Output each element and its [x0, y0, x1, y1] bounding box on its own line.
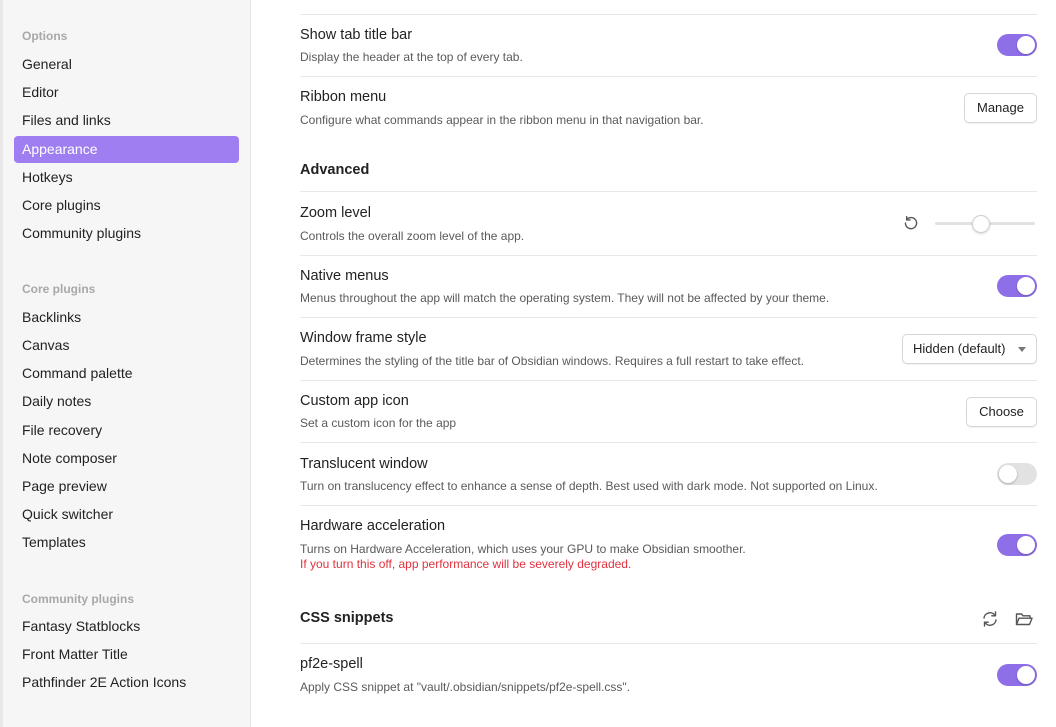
setting-description: Configure what commands appear in the ri… — [300, 113, 704, 127]
setting-name: Hardware acceleration — [300, 518, 446, 534]
divider — [300, 380, 1037, 381]
sidebar-item-command-palette[interactable]: Command palette — [14, 360, 239, 387]
divider — [300, 643, 1037, 644]
reset-icon[interactable] — [902, 214, 920, 232]
zoom-slider-thumb[interactable] — [972, 215, 990, 233]
setting-name: Zoom level — [300, 205, 371, 221]
sidebar-item-community-plugins[interactable]: Community plugins — [14, 220, 239, 247]
settings-sidebar: Options General Editor Files and links A… — [0, 0, 251, 727]
native-menus-toggle[interactable] — [997, 275, 1037, 297]
window-frame-style-dropdown[interactable]: Hidden (default) — [902, 334, 1037, 364]
setting-description: Turn on translucency effect to enhance a… — [300, 479, 878, 493]
manage-button[interactable]: Manage — [964, 93, 1037, 123]
choose-button[interactable]: Choose — [966, 397, 1037, 427]
divider — [300, 191, 1037, 192]
sidebar-item-file-recovery[interactable]: File recovery — [14, 417, 239, 444]
setting-description: Apply CSS snippet at "vault/.obsidian/sn… — [300, 680, 631, 694]
setting-description: Display the header at the top of every t… — [300, 50, 523, 64]
sidebar-item-quick-switcher[interactable]: Quick switcher — [14, 501, 239, 528]
setting-name: Native menus — [300, 268, 389, 284]
folder-icon[interactable] — [1014, 609, 1034, 629]
setting-name: Translucent window — [300, 456, 428, 472]
settings-content: Show tab title bar Display the header at… — [252, 0, 1056, 727]
setting-description: Menus throughout the app will match the … — [300, 291, 830, 305]
show-tab-title-bar-toggle[interactable] — [997, 34, 1037, 56]
hardware-acceleration-toggle[interactable] — [997, 534, 1037, 556]
sidebar-item-front-matter-title[interactable]: Front Matter Title — [14, 641, 239, 668]
setting-description: Set a custom icon for the app — [300, 416, 457, 430]
chevron-down-icon — [1018, 347, 1026, 352]
translucent-window-toggle[interactable] — [997, 463, 1037, 485]
setting-name: Show tab title bar — [300, 27, 413, 43]
sidebar-item-general[interactable]: General — [14, 51, 239, 78]
warning-text: If you turn this off, app performance wi… — [300, 557, 632, 571]
setting-name: Ribbon menu — [300, 89, 387, 105]
setting-description: Controls the overall zoom level of the a… — [300, 229, 525, 243]
community-plugins-heading: Community plugins — [22, 592, 134, 606]
sidebar-item-editor[interactable]: Editor — [14, 79, 239, 106]
divider — [300, 317, 1037, 318]
sidebar-item-appearance[interactable]: Appearance — [14, 136, 239, 163]
divider — [300, 255, 1037, 256]
css-snippets-heading: CSS snippets — [300, 610, 394, 626]
options-heading: Options — [22, 29, 68, 43]
core-plugins-heading: Core plugins — [22, 282, 96, 296]
sidebar-item-hotkeys[interactable]: Hotkeys — [14, 164, 239, 191]
setting-description: Turns on Hardware Acceleration, which us… — [300, 542, 746, 556]
sidebar-item-page-preview[interactable]: Page preview — [14, 473, 239, 500]
dropdown-value: Hidden (default) — [913, 341, 1006, 356]
divider — [300, 442, 1037, 443]
divider — [300, 76, 1037, 77]
sidebar-item-files-and-links[interactable]: Files and links — [14, 107, 239, 134]
setting-description: Determines the styling of the title bar … — [300, 354, 805, 368]
sidebar-item-fantasy-statblocks[interactable]: Fantasy Statblocks — [14, 613, 239, 640]
sidebar-item-pathfinder-2e-action-icons[interactable]: Pathfinder 2E Action Icons — [14, 669, 239, 696]
sidebar-item-templates[interactable]: Templates — [14, 529, 239, 556]
pf2e-spell-snippet-toggle[interactable] — [997, 664, 1037, 686]
setting-name: pf2e-spell — [300, 656, 363, 672]
reload-icon[interactable] — [980, 609, 1000, 629]
sidebar-item-core-plugins[interactable]: Core plugins — [14, 192, 239, 219]
divider — [300, 14, 1037, 15]
sidebar-item-daily-notes[interactable]: Daily notes — [14, 388, 239, 415]
advanced-heading: Advanced — [300, 162, 370, 178]
sidebar-item-canvas[interactable]: Canvas — [14, 332, 239, 359]
setting-name: Custom app icon — [300, 393, 409, 409]
setting-name: Window frame style — [300, 330, 427, 346]
sidebar-item-note-composer[interactable]: Note composer — [14, 445, 239, 472]
divider — [300, 505, 1037, 506]
sidebar-item-backlinks[interactable]: Backlinks — [14, 304, 239, 331]
